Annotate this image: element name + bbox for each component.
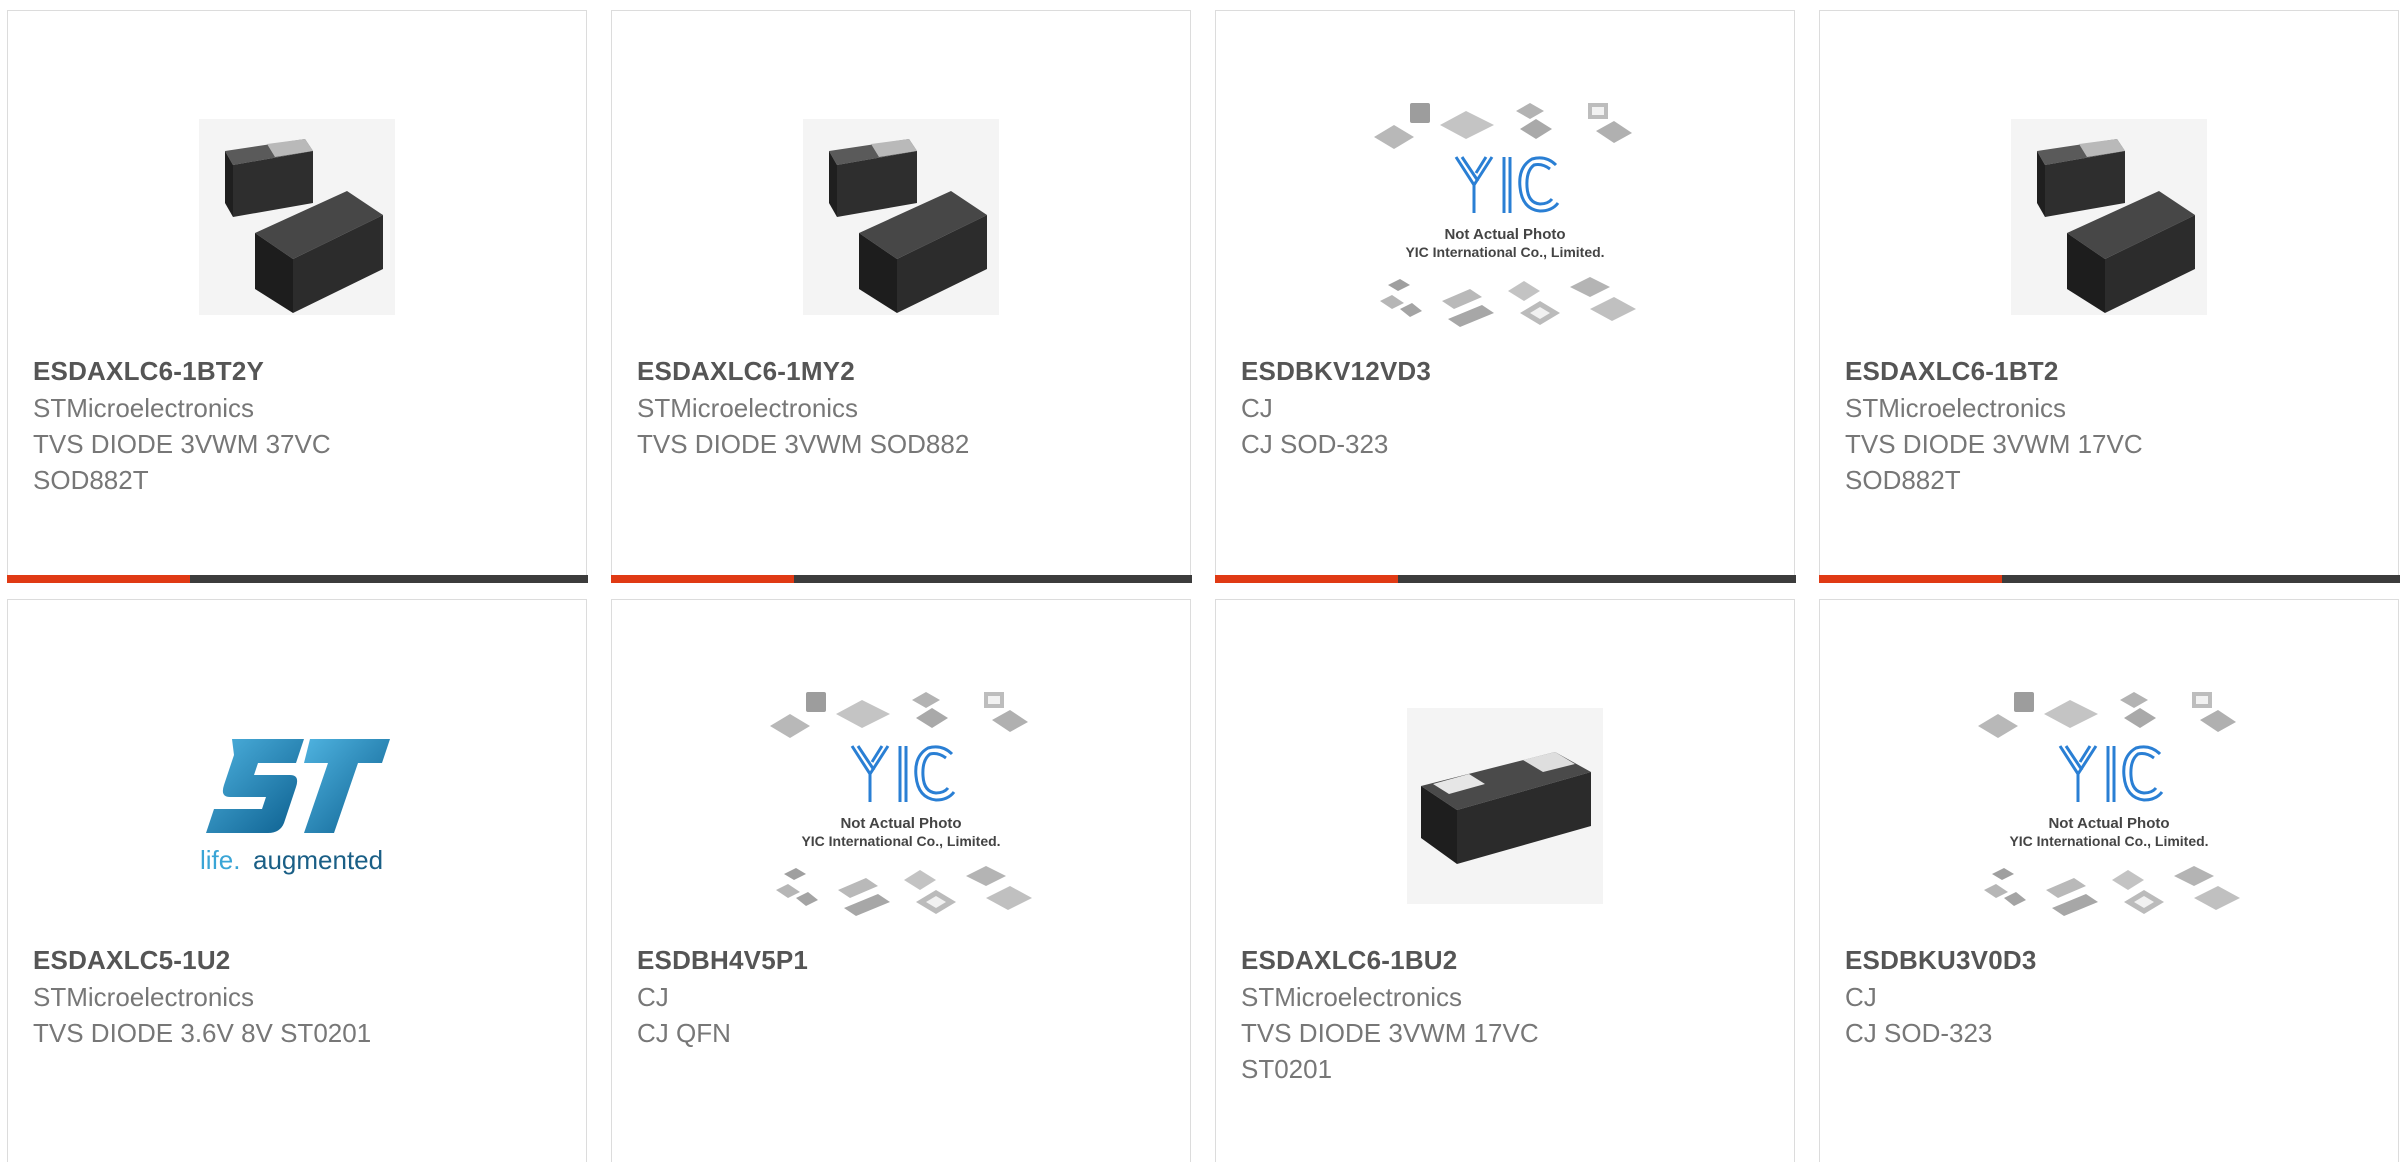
manufacturer: CJ — [1241, 393, 1273, 423]
product-image[interactable]: Not Actual Photo YIC International Co., … — [1216, 75, 1794, 359]
product-info: ESDBH4V5P1 CJ CJ QFN — [637, 942, 1170, 1051]
part-number[interactable]: ESDAXLC6-1MY2 — [637, 353, 1170, 390]
description: TVS DIODE 3VWM SOD882 — [637, 429, 970, 459]
part-number[interactable]: ESDAXLC6-1BU2 — [1241, 942, 1774, 979]
product-image[interactable] — [8, 75, 586, 359]
st0201-chip-image — [1407, 708, 1603, 904]
yic-placeholder-image: Not Actual Photo YIC International Co., … — [1978, 692, 2240, 916]
chip-pair-image — [199, 119, 395, 315]
manufacturer: STMicroelectronics — [33, 393, 255, 423]
description: TVS DIODE 3VWM 37VC SOD882T — [33, 429, 331, 495]
chip-pair-image — [2011, 119, 2207, 315]
product-card[interactable]: life. augmented ESDAXLC5-1U2 STMicroelec… — [7, 599, 587, 1162]
product-card[interactable]: ESDAXLC6-1BT2 STMicroelectronics TVS DIO… — [1818, 10, 2400, 583]
product-card[interactable]: Not Actual Photo YIC International Co., … — [1819, 599, 2399, 1162]
manufacturer: CJ — [637, 982, 669, 1012]
placeholder-notice: Not Actual Photo — [1444, 226, 1565, 243]
product-info: ESDAXLC5-1U2 STMicroelectronics TVS DIOD… — [33, 942, 566, 1051]
product-card[interactable]: Not Actual Photo YIC International Co., … — [611, 599, 1191, 1162]
card-accent-bar — [1214, 574, 1796, 583]
yic-placeholder-image: Not Actual Photo YIC International Co., … — [770, 692, 1032, 916]
part-number[interactable]: ESDBKU3V0D3 — [1845, 942, 2378, 979]
product-image[interactable] — [1820, 75, 2398, 359]
part-number[interactable]: ESDAXLC6-1BT2Y — [33, 353, 566, 390]
description: CJ SOD-323 — [1241, 429, 1389, 459]
manufacturer: STMicroelectronics — [1845, 393, 2067, 423]
product-info: ESDBKU3V0D3 CJ CJ SOD-323 — [1845, 942, 2378, 1051]
card-accent-bar — [1818, 574, 2400, 583]
card-accent-bar — [610, 574, 1192, 583]
st-tagline-life: life. — [200, 845, 240, 875]
product-info: ESDBKV12VD3 CJ CJ SOD-323 — [1241, 353, 1774, 462]
description: CJ QFN — [637, 1018, 731, 1048]
product-card[interactable]: ESDAXLC6-1BT2Y STMicroelectronics TVS DI… — [6, 10, 588, 583]
product-grid: ESDAXLC6-1BT2Y STMicroelectronics TVS DI… — [0, 0, 2400, 1162]
product-image[interactable] — [612, 75, 1190, 359]
product-card[interactable]: Not Actual Photo YIC International Co., … — [1214, 10, 1796, 583]
description: TVS DIODE 3.6V 8V ST0201 — [33, 1018, 372, 1048]
product-card[interactable]: ESDAXLC6-1MY2 STMicroelectronics TVS DIO… — [610, 10, 1192, 583]
part-number[interactable]: ESDAXLC5-1U2 — [33, 942, 566, 979]
product-card[interactable]: ESDAXLC6-1BU2 STMicroelectronics TVS DIO… — [1215, 599, 1795, 1162]
description: TVS DIODE 3VWM 17VC ST0201 — [1241, 1018, 1539, 1084]
product-image[interactable]: Not Actual Photo YIC International Co., … — [1820, 664, 2398, 948]
product-info: ESDAXLC6-1BU2 STMicroelectronics TVS DIO… — [1241, 942, 1774, 1087]
product-image[interactable]: Not Actual Photo YIC International Co., … — [612, 664, 1190, 948]
st-logo-image: life. augmented — [200, 739, 390, 875]
manufacturer: STMicroelectronics — [33, 982, 255, 1012]
manufacturer: STMicroelectronics — [637, 393, 859, 423]
description: TVS DIODE 3VWM 17VC SOD882T — [1845, 429, 2143, 495]
product-image[interactable]: life. augmented — [8, 664, 586, 948]
part-number[interactable]: ESDAXLC6-1BT2 — [1845, 353, 2378, 390]
product-info: ESDAXLC6-1BT2Y STMicroelectronics TVS DI… — [33, 353, 566, 498]
manufacturer: STMicroelectronics — [1241, 982, 1463, 1012]
placeholder-notice: Not Actual Photo — [840, 815, 961, 832]
st-tagline-augmented: augmented — [253, 845, 383, 875]
description: CJ SOD-323 — [1845, 1018, 1993, 1048]
part-number[interactable]: ESDBH4V5P1 — [637, 942, 1170, 979]
card-accent-bar — [6, 574, 588, 583]
placeholder-company: YIC International Co., Limited. — [2009, 833, 2208, 849]
placeholder-notice: Not Actual Photo — [2048, 815, 2169, 832]
product-info: ESDAXLC6-1MY2 STMicroelectronics TVS DIO… — [637, 353, 1170, 462]
placeholder-company: YIC International Co., Limited. — [801, 833, 1000, 849]
manufacturer: CJ — [1845, 982, 1877, 1012]
product-info: ESDAXLC6-1BT2 STMicroelectronics TVS DIO… — [1845, 353, 2378, 498]
yic-placeholder-image: Not Actual Photo YIC International Co., … — [1374, 103, 1636, 327]
product-image[interactable] — [1216, 664, 1794, 948]
placeholder-company: YIC International Co., Limited. — [1405, 244, 1604, 260]
part-number[interactable]: ESDBKV12VD3 — [1241, 353, 1774, 390]
chip-pair-image — [803, 119, 999, 315]
